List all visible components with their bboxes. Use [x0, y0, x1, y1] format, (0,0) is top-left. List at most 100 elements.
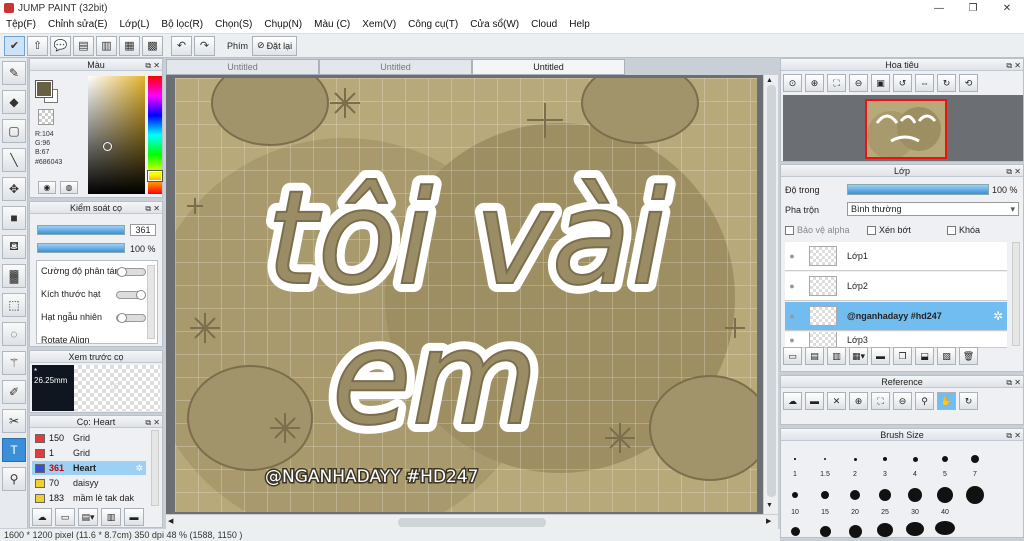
actual-size-icon[interactable]: ▣	[871, 74, 890, 92]
share-icon[interactable]: ⇧	[27, 35, 48, 56]
panel-buttons-icon[interactable]: ⧉ ✕	[1006, 166, 1021, 178]
brush-size-dot[interactable]	[848, 524, 862, 538]
page-icon[interactable]: ▥	[96, 35, 117, 56]
speech-bubble-icon[interactable]: 💬	[50, 35, 71, 56]
navigator-view[interactable]	[783, 95, 1023, 161]
menu-window[interactable]: Cửa sổ(W)	[464, 19, 525, 30]
lock-box[interactable]	[947, 226, 956, 236]
scroll-up-icon[interactable]: ▲	[766, 77, 773, 84]
cloud-download-icon[interactable]: ☁	[32, 508, 52, 526]
brush-list-item[interactable]: 361 Heart ✲	[32, 461, 146, 475]
close-button[interactable]: ✕	[990, 0, 1024, 16]
brush-opacity-bar[interactable]	[37, 243, 125, 253]
undo-icon[interactable]: ↶	[171, 35, 192, 56]
layer-settings-icon[interactable]: ▧	[937, 347, 956, 365]
hand-icon[interactable]: ✋	[937, 392, 956, 410]
folder-icon[interactable]: ▬	[124, 508, 144, 526]
menu-select[interactable]: Chọn(S)	[209, 19, 258, 30]
foreground-color-swatch[interactable]	[35, 80, 53, 98]
minimize-button[interactable]: —	[922, 0, 956, 16]
pen-tool-icon[interactable]: ✎	[2, 61, 26, 85]
redo-icon[interactable]: ↷	[194, 35, 215, 56]
layer-visibility-icon[interactable]: ●	[785, 281, 799, 291]
open-folder-icon[interactable]: ▬	[805, 392, 824, 410]
brush-size-value[interactable]: 361	[130, 224, 156, 236]
zoom-out-icon[interactable]: ⊖	[893, 392, 912, 410]
brush-size-dot[interactable]	[853, 457, 857, 461]
canvas-horizontal-scrollbar[interactable]: ◀ ▶	[166, 514, 778, 529]
menu-filter[interactable]: Bộ lọc(R)	[155, 19, 209, 30]
panel-buttons-icon[interactable]: ⧉ ✕	[1006, 430, 1021, 442]
protect-alpha-checkbox[interactable]: Bảo vệ alpha	[785, 225, 850, 236]
zoom-in-icon[interactable]: ⊕	[805, 74, 824, 92]
layer-row[interactable]: ● Lớp3	[785, 332, 1007, 348]
merge-down-icon[interactable]: ⬓	[915, 347, 934, 365]
eraser-tool-icon[interactable]: ◆	[2, 90, 26, 114]
zoom-out-icon[interactable]: ⊖	[849, 74, 868, 92]
layer-visibility-icon[interactable]: ●	[785, 311, 799, 321]
tab-untitled-1[interactable]: Untitled	[166, 59, 319, 75]
vertical-scroll-thumb[interactable]	[767, 85, 776, 497]
brush-size-dot[interactable]	[971, 455, 979, 463]
hue-cursor[interactable]	[148, 171, 162, 181]
tab-untitled-2[interactable]: Untitled	[319, 59, 472, 75]
menu-view[interactable]: Xem(V)	[356, 19, 402, 30]
scroll-left-icon[interactable]: ◀	[168, 517, 173, 525]
tab-untitled-3[interactable]: Untitled	[472, 59, 625, 75]
scatter-strength-slider[interactable]	[116, 267, 146, 277]
panel-buttons-icon[interactable]: ⧉ ✕	[145, 203, 160, 215]
horizontal-scroll-thumb[interactable]	[398, 518, 546, 527]
comment-icon[interactable]: ▤	[73, 35, 94, 56]
brush-size-dot[interactable]	[877, 523, 893, 537]
gradient-tool-icon[interactable]: ▓	[2, 264, 26, 288]
brush-list-scrollbar[interactable]	[151, 430, 159, 506]
fill-rect-tool-icon[interactable]: ■	[2, 206, 26, 230]
reset-rotation-icon[interactable]: ⟲	[959, 74, 978, 92]
saturation-value-picker[interactable]	[88, 76, 145, 194]
panel-buttons-icon[interactable]: ⧉ ✕	[1006, 377, 1021, 389]
brush-size-dot[interactable]	[819, 525, 831, 537]
brush-size-dot[interactable]	[935, 521, 955, 535]
check-icon[interactable]: ✔	[4, 35, 25, 56]
particle-random-slider[interactable]	[116, 313, 146, 323]
flip-icon[interactable]: ⇔	[915, 74, 934, 92]
brush-size-dot[interactable]	[850, 490, 860, 500]
menu-color[interactable]: Màu (C)	[308, 19, 356, 30]
add-layer-menu-icon[interactable]: ▦▾	[849, 347, 868, 365]
particle-size-slider[interactable]	[116, 290, 146, 300]
brush-size-dot[interactable]	[883, 457, 887, 461]
brush-settings-icon[interactable]: ▥	[101, 508, 121, 526]
clipping-box[interactable]	[867, 226, 876, 236]
brush-type-icon[interactable]: ▤▾	[78, 508, 98, 526]
brush-list-item[interactable]: 183 mầm lè tak dak	[32, 491, 146, 505]
maximize-button[interactable]: ❐	[956, 0, 990, 16]
rectangle-tool-icon[interactable]: ▢	[2, 119, 26, 143]
select-tool-icon[interactable]: ⬚	[2, 293, 26, 317]
panel-buttons-icon[interactable]: ⧉ ✕	[145, 417, 160, 429]
scroll-right-icon[interactable]: ▶	[766, 517, 771, 525]
layer-list-scrollbar[interactable]	[1012, 242, 1020, 346]
bucket-tool-icon[interactable]: ⛾	[2, 235, 26, 259]
magic-wand-tool-icon[interactable]: ⚚	[2, 351, 26, 375]
line-tool-icon[interactable]: ╲	[2, 148, 26, 172]
layer-visibility-icon[interactable]: ●	[785, 335, 799, 345]
menu-capture[interactable]: Chụp(N)	[258, 19, 308, 30]
brush-size-dot[interactable]	[937, 487, 953, 503]
menu-cloud[interactable]: Cloud	[525, 19, 563, 30]
brush-size-dot[interactable]	[942, 456, 948, 462]
select-eraser-tool-icon[interactable]: ✂	[2, 409, 26, 433]
brush-settings-gear-icon[interactable]: ✲	[135, 463, 143, 474]
delete-layer-icon[interactable]: 🗑	[959, 347, 978, 365]
menu-edit[interactable]: Chỉnh sửa(E)	[42, 19, 114, 30]
eyedropper-tool-icon[interactable]: ⚲	[2, 467, 26, 491]
layer-row[interactable]: ● Lớp2	[785, 272, 1007, 301]
panel-buttons-icon[interactable]: ⧉ ✕	[1006, 60, 1021, 72]
brush-size-bar[interactable]	[37, 225, 125, 235]
brush-size-dot[interactable]	[966, 486, 984, 504]
rotate-left-icon[interactable]: ↺	[893, 74, 912, 92]
layer-opacity-bar[interactable]	[847, 184, 989, 195]
fit-icon[interactable]: ⛶	[871, 392, 890, 410]
reset-button[interactable]: ⊘ Đặt lại	[252, 35, 298, 56]
color-picker-cursor[interactable]	[103, 142, 112, 151]
new-brush-icon[interactable]: ▭	[55, 508, 75, 526]
